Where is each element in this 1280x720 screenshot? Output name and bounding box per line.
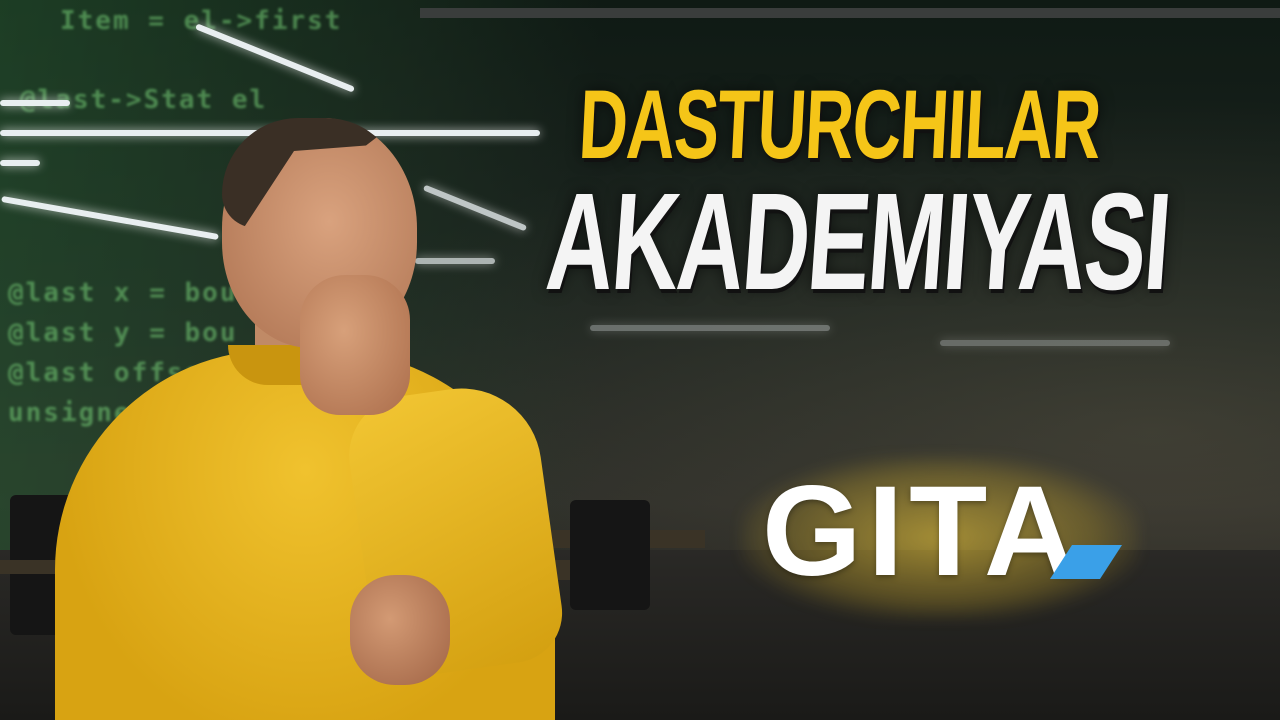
- hand-at-elbow: [350, 575, 450, 685]
- thumbnail-scene: Item = el->first @last->Stat el @last x …: [0, 0, 1280, 720]
- office-chair: [570, 500, 650, 610]
- hand-on-chin: [300, 275, 410, 415]
- ceiling-rail: [420, 8, 1280, 18]
- ceiling-light: [415, 258, 495, 264]
- desk: [0, 560, 60, 574]
- headline-line-2: AKADEMIYASI: [541, 165, 1175, 319]
- ceiling-light: [0, 100, 70, 106]
- blue-parallelogram-icon: [1050, 545, 1122, 579]
- ceiling-light: [940, 340, 1170, 346]
- code-line: @last x = bou: [8, 278, 238, 308]
- ceiling-light: [590, 325, 830, 331]
- code-line: @last y = bou: [8, 318, 238, 348]
- ceiling-light: [0, 160, 40, 166]
- gita-logo-text: GITA: [762, 460, 1083, 603]
